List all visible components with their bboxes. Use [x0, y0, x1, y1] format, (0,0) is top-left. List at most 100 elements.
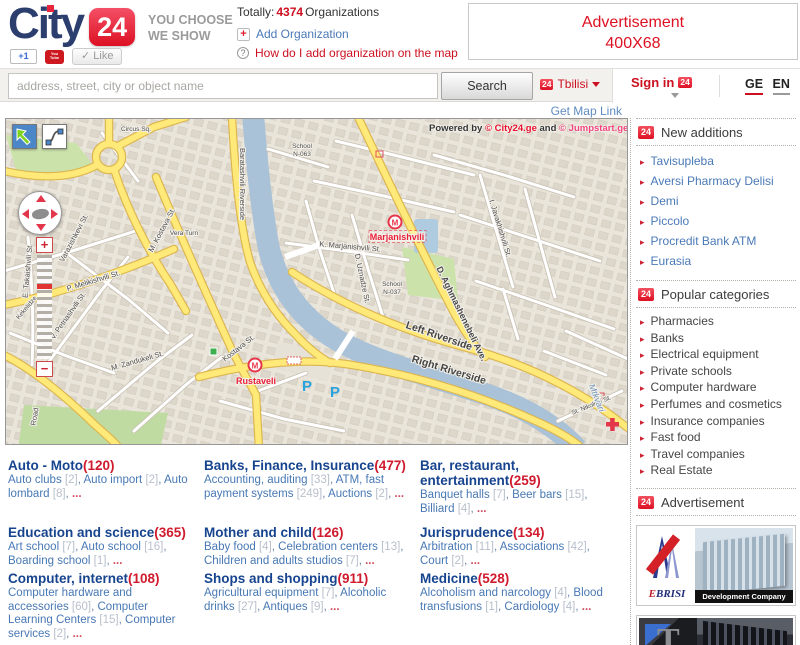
route-tool-button[interactable] — [42, 124, 67, 149]
more-link[interactable]: ... — [365, 555, 375, 567]
pan-up-arrow-icon[interactable] — [36, 195, 46, 202]
pan-right-arrow-icon[interactable] — [51, 209, 58, 219]
sidebar-link-label: Pharmacies — [651, 314, 714, 330]
more-link[interactable]: ... — [395, 488, 405, 500]
googleplus-button[interactable]: +1 — [10, 49, 37, 64]
metro-m: M — [252, 362, 259, 371]
category-link[interactable]: Auto clubs — [8, 474, 62, 486]
sidebar-link[interactable]: ▸Banks — [640, 331, 796, 348]
jumpstart-credit-link[interactable]: © Jumpstart.ge — [559, 123, 628, 134]
youtube-icon[interactable]: YouTube — [45, 50, 64, 64]
category-link[interactable]: Alcoholism and narcology — [420, 587, 551, 599]
pan-down-arrow-icon[interactable] — [36, 224, 46, 231]
category-link[interactable]: Auto import — [83, 474, 142, 486]
arrow-bullet-icon: ▸ — [640, 253, 645, 272]
sidebar-ad-tiflis[interactable]: T TIFLIS DEVELOPMENT TIFLIS ბიზნეს ცენტრ… — [636, 615, 796, 645]
sidebar-link[interactable]: ▸Insurance companies — [640, 414, 796, 431]
pan-left-arrow-icon[interactable] — [22, 209, 29, 219]
category-link[interactable]: Beer bars — [512, 489, 562, 501]
more-link[interactable]: ... — [582, 601, 592, 613]
sidebar-link[interactable]: ▸Eurasia — [640, 252, 796, 272]
add-organization-link[interactable]: Add Organization — [256, 27, 349, 41]
arrow-bullet-icon: ▸ — [640, 173, 645, 192]
sidebar-link[interactable]: ▸Aversi Pharmacy Delisi — [640, 172, 796, 192]
category-link[interactable]: Auto school — [81, 541, 141, 553]
get-map-link[interactable]: Get Map Link — [551, 104, 622, 118]
new-additions-section: 24 New additions ▸Tavisupleba▸Aversi Pha… — [636, 118, 796, 280]
lang-en-button[interactable]: EN — [773, 77, 790, 95]
zoom-control: + − — [36, 237, 53, 377]
lang-ge-button[interactable]: GE — [745, 77, 763, 95]
category-title-link[interactable]: Banks, Finance, Insurance — [204, 458, 374, 473]
sidebar-link-label: Travel companies — [651, 447, 745, 463]
more-link[interactable]: ... — [72, 488, 82, 500]
sidebar-link[interactable]: ▸Fast food — [640, 430, 796, 447]
more-link[interactable]: ... — [477, 503, 487, 515]
zoom-slider[interactable] — [37, 255, 52, 359]
sidebar-link[interactable]: ▸Electrical equipment — [640, 347, 796, 364]
category-link[interactable]: Children and adults studios — [204, 555, 343, 567]
sidebar-link[interactable]: ▸Travel companies — [640, 447, 796, 464]
category-title-link[interactable]: Mother and child — [204, 525, 312, 540]
category-title-link[interactable]: Shops and shopping — [204, 571, 338, 586]
map[interactable]: Circus Sq. Varazishkevi St. M. Kostava S… — [5, 118, 628, 445]
sidebar-link[interactable]: ▸Private schools — [640, 364, 796, 381]
like-button[interactable]: ✓ Like — [72, 48, 122, 65]
sidebar-link[interactable]: ▸Piccolo — [640, 212, 796, 232]
category-link[interactable]: Auctions — [328, 488, 372, 500]
zoom-in-button[interactable]: + — [36, 237, 53, 253]
category-block: Medicine(528) Alcoholism and narcology [… — [420, 571, 628, 614]
category-title-link[interactable]: Auto - Moto — [8, 458, 83, 473]
category-title-link[interactable]: Bar, restaurant, entertainment — [420, 458, 519, 488]
category-link[interactable]: Court — [420, 555, 448, 567]
category-link[interactable]: Cardiology — [504, 601, 559, 613]
category-items: Accounting, auditing [33], ATM, fast pay… — [204, 474, 420, 501]
sidebar-link[interactable]: ▸Demi — [640, 192, 796, 212]
category-link[interactable]: Associations — [500, 541, 565, 553]
category-link[interactable]: Accounting, auditing — [204, 474, 308, 486]
sidebar-ad-ebrisi[interactable]: EBRISI Development Company — [636, 525, 796, 606]
category-count: [7] — [343, 555, 359, 567]
top-ad-placeholder[interactable]: Advertisement 400X68 — [468, 3, 798, 60]
totally-line: Totally:4374Organizations — [237, 5, 458, 19]
category-link[interactable]: Art school — [8, 541, 59, 553]
category-link[interactable]: Baby food — [204, 541, 256, 553]
category-title-link[interactable]: Education and science — [8, 525, 154, 540]
help-line[interactable]: ? How do I add organization on the map — [237, 46, 458, 60]
city-selector[interactable]: 24 Tbilisi — [540, 77, 600, 91]
search-input[interactable] — [8, 73, 438, 99]
more-link[interactable]: ... — [73, 628, 83, 640]
sidebar-link[interactable]: ▸Procredit Bank ATM — [640, 232, 796, 252]
category-link[interactable]: Banquet halls — [420, 489, 490, 501]
arrow-bullet-icon: ▸ — [640, 153, 645, 172]
city24-logo[interactable]: City 24 — [8, 2, 135, 46]
category-title-link[interactable]: Medicine — [420, 571, 478, 586]
more-link[interactable]: ... — [330, 601, 340, 613]
category-column-3: Bar, restaurant, entertainment(259) Banq… — [420, 458, 628, 641]
pan-mode-button[interactable] — [12, 124, 37, 149]
category-title-link[interactable]: Jurisprudence — [420, 525, 513, 540]
zoom-out-button[interactable]: − — [36, 361, 53, 377]
category-link[interactable]: Celebration centers — [278, 541, 378, 553]
sign-in-button[interactable]: Sign in 24 — [631, 75, 692, 90]
category-link[interactable]: Billiard — [420, 503, 455, 515]
sidebar-link[interactable]: ▸Pharmacies — [640, 314, 796, 331]
help-link[interactable]: How do I add organization on the map — [255, 46, 458, 60]
category-link[interactable]: Antiques — [263, 601, 308, 613]
add-organization[interactable]: + Add Organization — [237, 27, 458, 41]
zoom-slider-handle[interactable] — [37, 284, 52, 289]
more-link[interactable]: ... — [471, 555, 481, 567]
more-link[interactable]: ... — [113, 555, 123, 567]
sidebar-link[interactable]: ▸Tavisupleba — [640, 152, 796, 172]
city24-credit-link[interactable]: © City24.ge — [485, 123, 537, 134]
category-link[interactable]: Agricultural equipment — [204, 587, 318, 599]
sidebar-link[interactable]: ▸Perfumes and cosmetics — [640, 397, 796, 414]
category-link[interactable]: Boarding school — [8, 555, 90, 567]
poi-green-marker[interactable] — [210, 348, 217, 355]
category-title-link[interactable]: Computer, internet — [8, 571, 128, 586]
category-link[interactable]: Arbitration — [420, 541, 472, 553]
search-button[interactable]: Search — [441, 72, 533, 100]
map-compass-control[interactable] — [18, 191, 62, 235]
sidebar-link[interactable]: ▸Computer hardware — [640, 380, 796, 397]
sidebar-link[interactable]: ▸Real Estate — [640, 463, 796, 480]
